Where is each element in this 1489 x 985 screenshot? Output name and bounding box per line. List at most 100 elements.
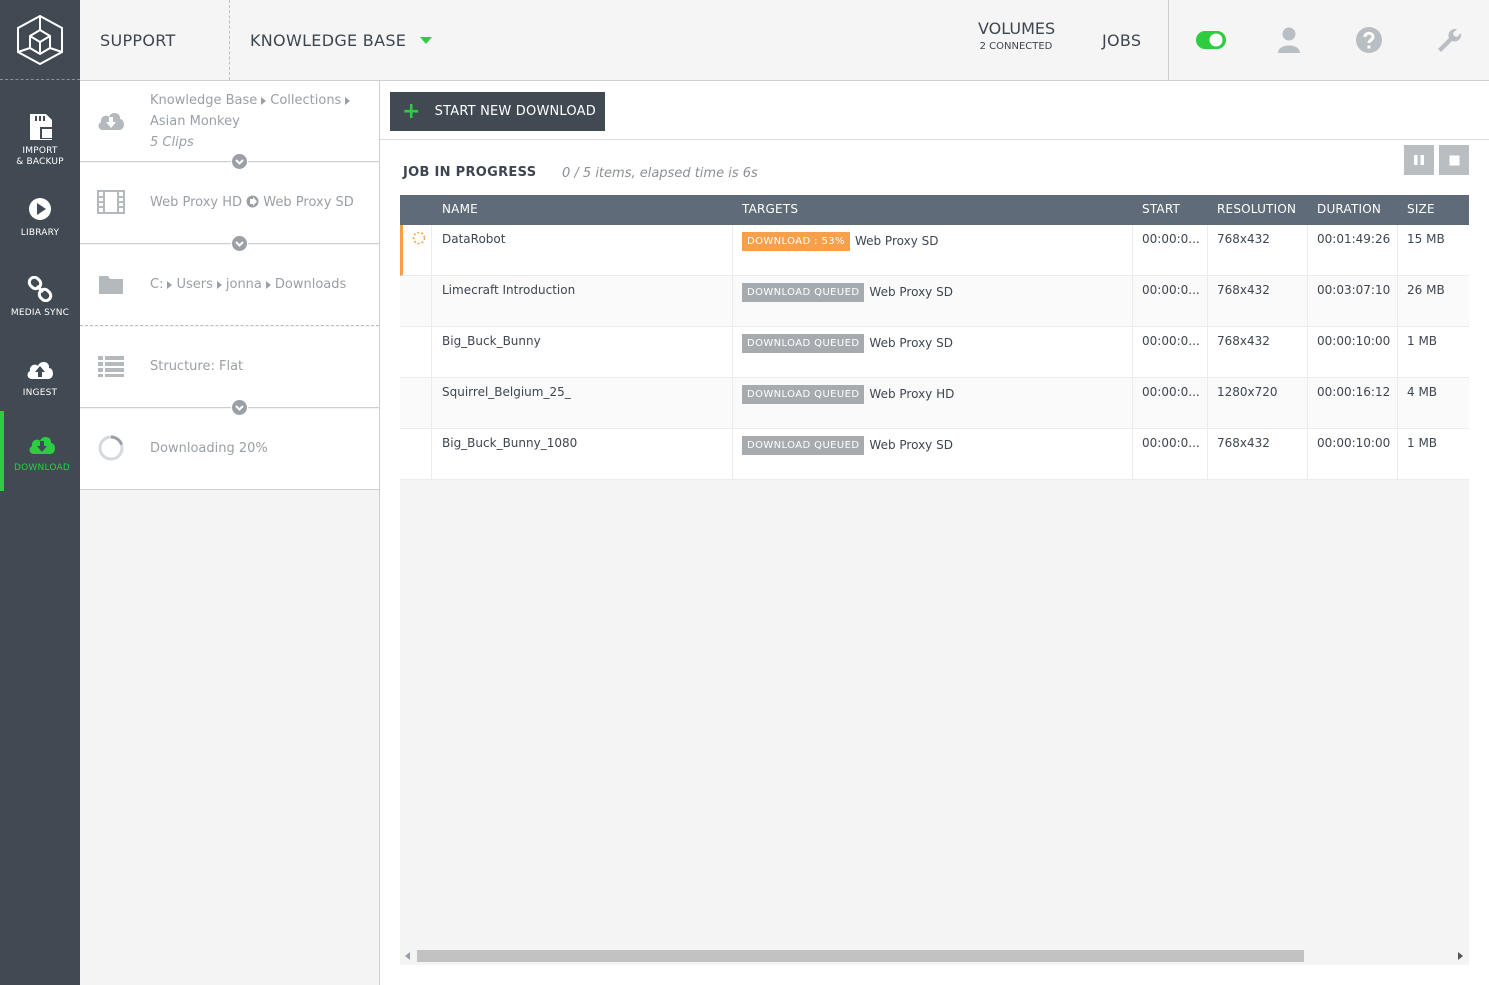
stop-button[interactable] [1439,145,1469,175]
column-header-start[interactable]: START [1142,195,1180,225]
column-header-size[interactable]: SIZE [1407,195,1435,225]
row-resolution: 768x432 [1217,334,1270,348]
nav-library[interactable]: LIBRARY [0,176,80,256]
column-header-resolution[interactable]: RESOLUTION [1217,195,1296,225]
column-header-targets[interactable]: TARGETS [742,195,798,225]
row-start: 00:00:0... [1142,436,1200,450]
app-logo[interactable] [0,0,80,80]
volumes-link[interactable]: VOLUMES 2 CONNECTED [978,19,1055,52]
step-format[interactable]: Web Proxy HD Web Proxy SD [80,163,379,252]
app-window: IMPORT & BACKUP LIBRARY MEDIA SYNC INGES… [0,0,1489,985]
knowledge-base-dropdown[interactable]: KNOWLEDGE BASE [250,0,433,80]
row-duration: 00:00:10:00 [1317,334,1391,348]
plus-icon: + [402,98,421,124]
column-header-duration[interactable]: DURATION [1317,195,1381,225]
target-name: Web Proxy SD [869,438,953,452]
nav-label: & BACKUP [16,157,64,167]
help-button[interactable] [1349,22,1389,58]
row-targets: DOWNLOAD QUEUED Web Proxy SD [742,276,1132,326]
divider [1307,429,1308,479]
horizontal-scrollbar[interactable] [400,947,1469,965]
divider [1132,327,1133,377]
start-new-download-button[interactable]: + START NEW DOWNLOAD [390,92,605,131]
support-link[interactable]: SUPPORT [100,0,176,80]
format-from: Web Proxy HD [150,195,243,210]
cloud-download-icon [27,429,57,459]
pause-icon [1414,155,1424,165]
nav-ingest[interactable]: INGEST [0,336,80,416]
table-row[interactable]: DataRobot DOWNLOAD : 53% Web Proxy SD 00:… [400,225,1469,276]
format-to: Web Proxy SD [263,195,354,210]
row-start: 00:00:0... [1142,334,1200,348]
jobs-link[interactable]: JOBS [1102,0,1141,80]
scroll-right-icon[interactable] [1458,952,1463,960]
divider [1397,378,1398,428]
nav-download[interactable]: DOWNLOAD [0,411,80,491]
main-content: + START NEW DOWNLOAD JOB IN PROGRESS 0 /… [380,81,1489,985]
table-row[interactable]: Big_Buck_Bunny_1080 DOWNLOAD QUEUED Web P… [400,429,1469,480]
chevron-right-icon [261,96,267,105]
wrench-icon [1438,28,1462,52]
pause-button[interactable] [1404,145,1434,175]
divider [732,378,733,428]
progress-ring-icon [96,433,126,463]
divider [1397,327,1398,377]
row-resolution: 768x432 [1217,232,1270,246]
divider [1397,225,1398,275]
path-part: Downloads [274,277,347,292]
step-destination[interactable]: C: Users jonna Downloads [80,245,379,326]
row-start: 00:00:0... [1142,283,1200,297]
target-name: Web Proxy SD [869,336,953,350]
divider [1207,327,1208,377]
divider [1132,276,1133,326]
table-row[interactable]: Squirrel_Belgium_25_ DOWNLOAD QUEUED Web … [400,378,1469,429]
divider [1207,378,1208,428]
table-header: NAME TARGETS START RESOLUTION DURATION S… [400,195,1469,225]
chevron-down-icon[interactable] [231,235,248,252]
divider [431,378,432,428]
column-header-name[interactable]: NAME [442,195,478,225]
divider [431,327,432,377]
knowledge-base-label: KNOWLEDGE BASE [250,30,407,50]
breadcrumb-collections[interactable]: Collections [270,93,341,108]
row-name: Big_Buck_Bunny [442,334,541,348]
row-name: Limecraft Introduction [442,283,576,297]
divider [1132,429,1133,479]
help-icon [1356,27,1382,53]
arrow-right-circle-icon [246,195,259,208]
breadcrumb-knowledge-base[interactable]: Knowledge Base [150,93,257,108]
row-duration: 00:00:10:00 [1317,436,1391,450]
row-size: 1 MB [1407,334,1438,348]
chevron-right-icon [345,96,351,105]
chevron-down-icon[interactable] [231,153,248,170]
table-row[interactable]: Big_Buck_Bunny DOWNLOAD QUEUED Web Proxy … [400,327,1469,378]
online-toggle[interactable] [1191,22,1231,58]
format-conversion: Web Proxy HD Web Proxy SD [150,192,354,213]
user-profile-button[interactable] [1269,22,1309,58]
table-row[interactable]: Limecraft Introduction DOWNLOAD QUEUED We… [400,276,1469,327]
structure-label: Structure: Flat [150,359,244,374]
scrollbar-thumb[interactable] [417,950,1304,962]
nav-import-backup[interactable]: IMPORT & BACKUP [0,100,80,180]
chevron-down-icon[interactable] [231,399,248,416]
row-size: 1 MB [1407,436,1438,450]
job-status: 0 / 5 items, elapsed time is 6s [562,166,758,181]
row-targets: DOWNLOAD : 53% Web Proxy SD [742,225,1132,275]
step-structure[interactable]: Structure: Flat [80,327,379,416]
spinner-icon [412,225,426,275]
divider [1132,378,1133,428]
settings-button[interactable] [1429,22,1469,58]
job-title: JOB IN PROGRESS [403,165,537,180]
chevron-right-icon [265,280,271,289]
sd-card-icon [27,112,53,142]
scroll-left-icon[interactable] [405,952,410,960]
divider [1307,327,1308,377]
chevron-right-icon [216,280,222,289]
path-part: C: [150,277,164,292]
step-source[interactable]: Knowledge Base Collections Asian Monkey 5… [80,81,379,170]
logo-cube-icon [17,14,63,65]
nav-label: IMPORT [22,146,58,156]
row-duration: 00:03:07:10 [1317,283,1391,297]
divider [1168,0,1169,80]
nav-media-sync[interactable]: MEDIA SYNC [0,256,80,336]
